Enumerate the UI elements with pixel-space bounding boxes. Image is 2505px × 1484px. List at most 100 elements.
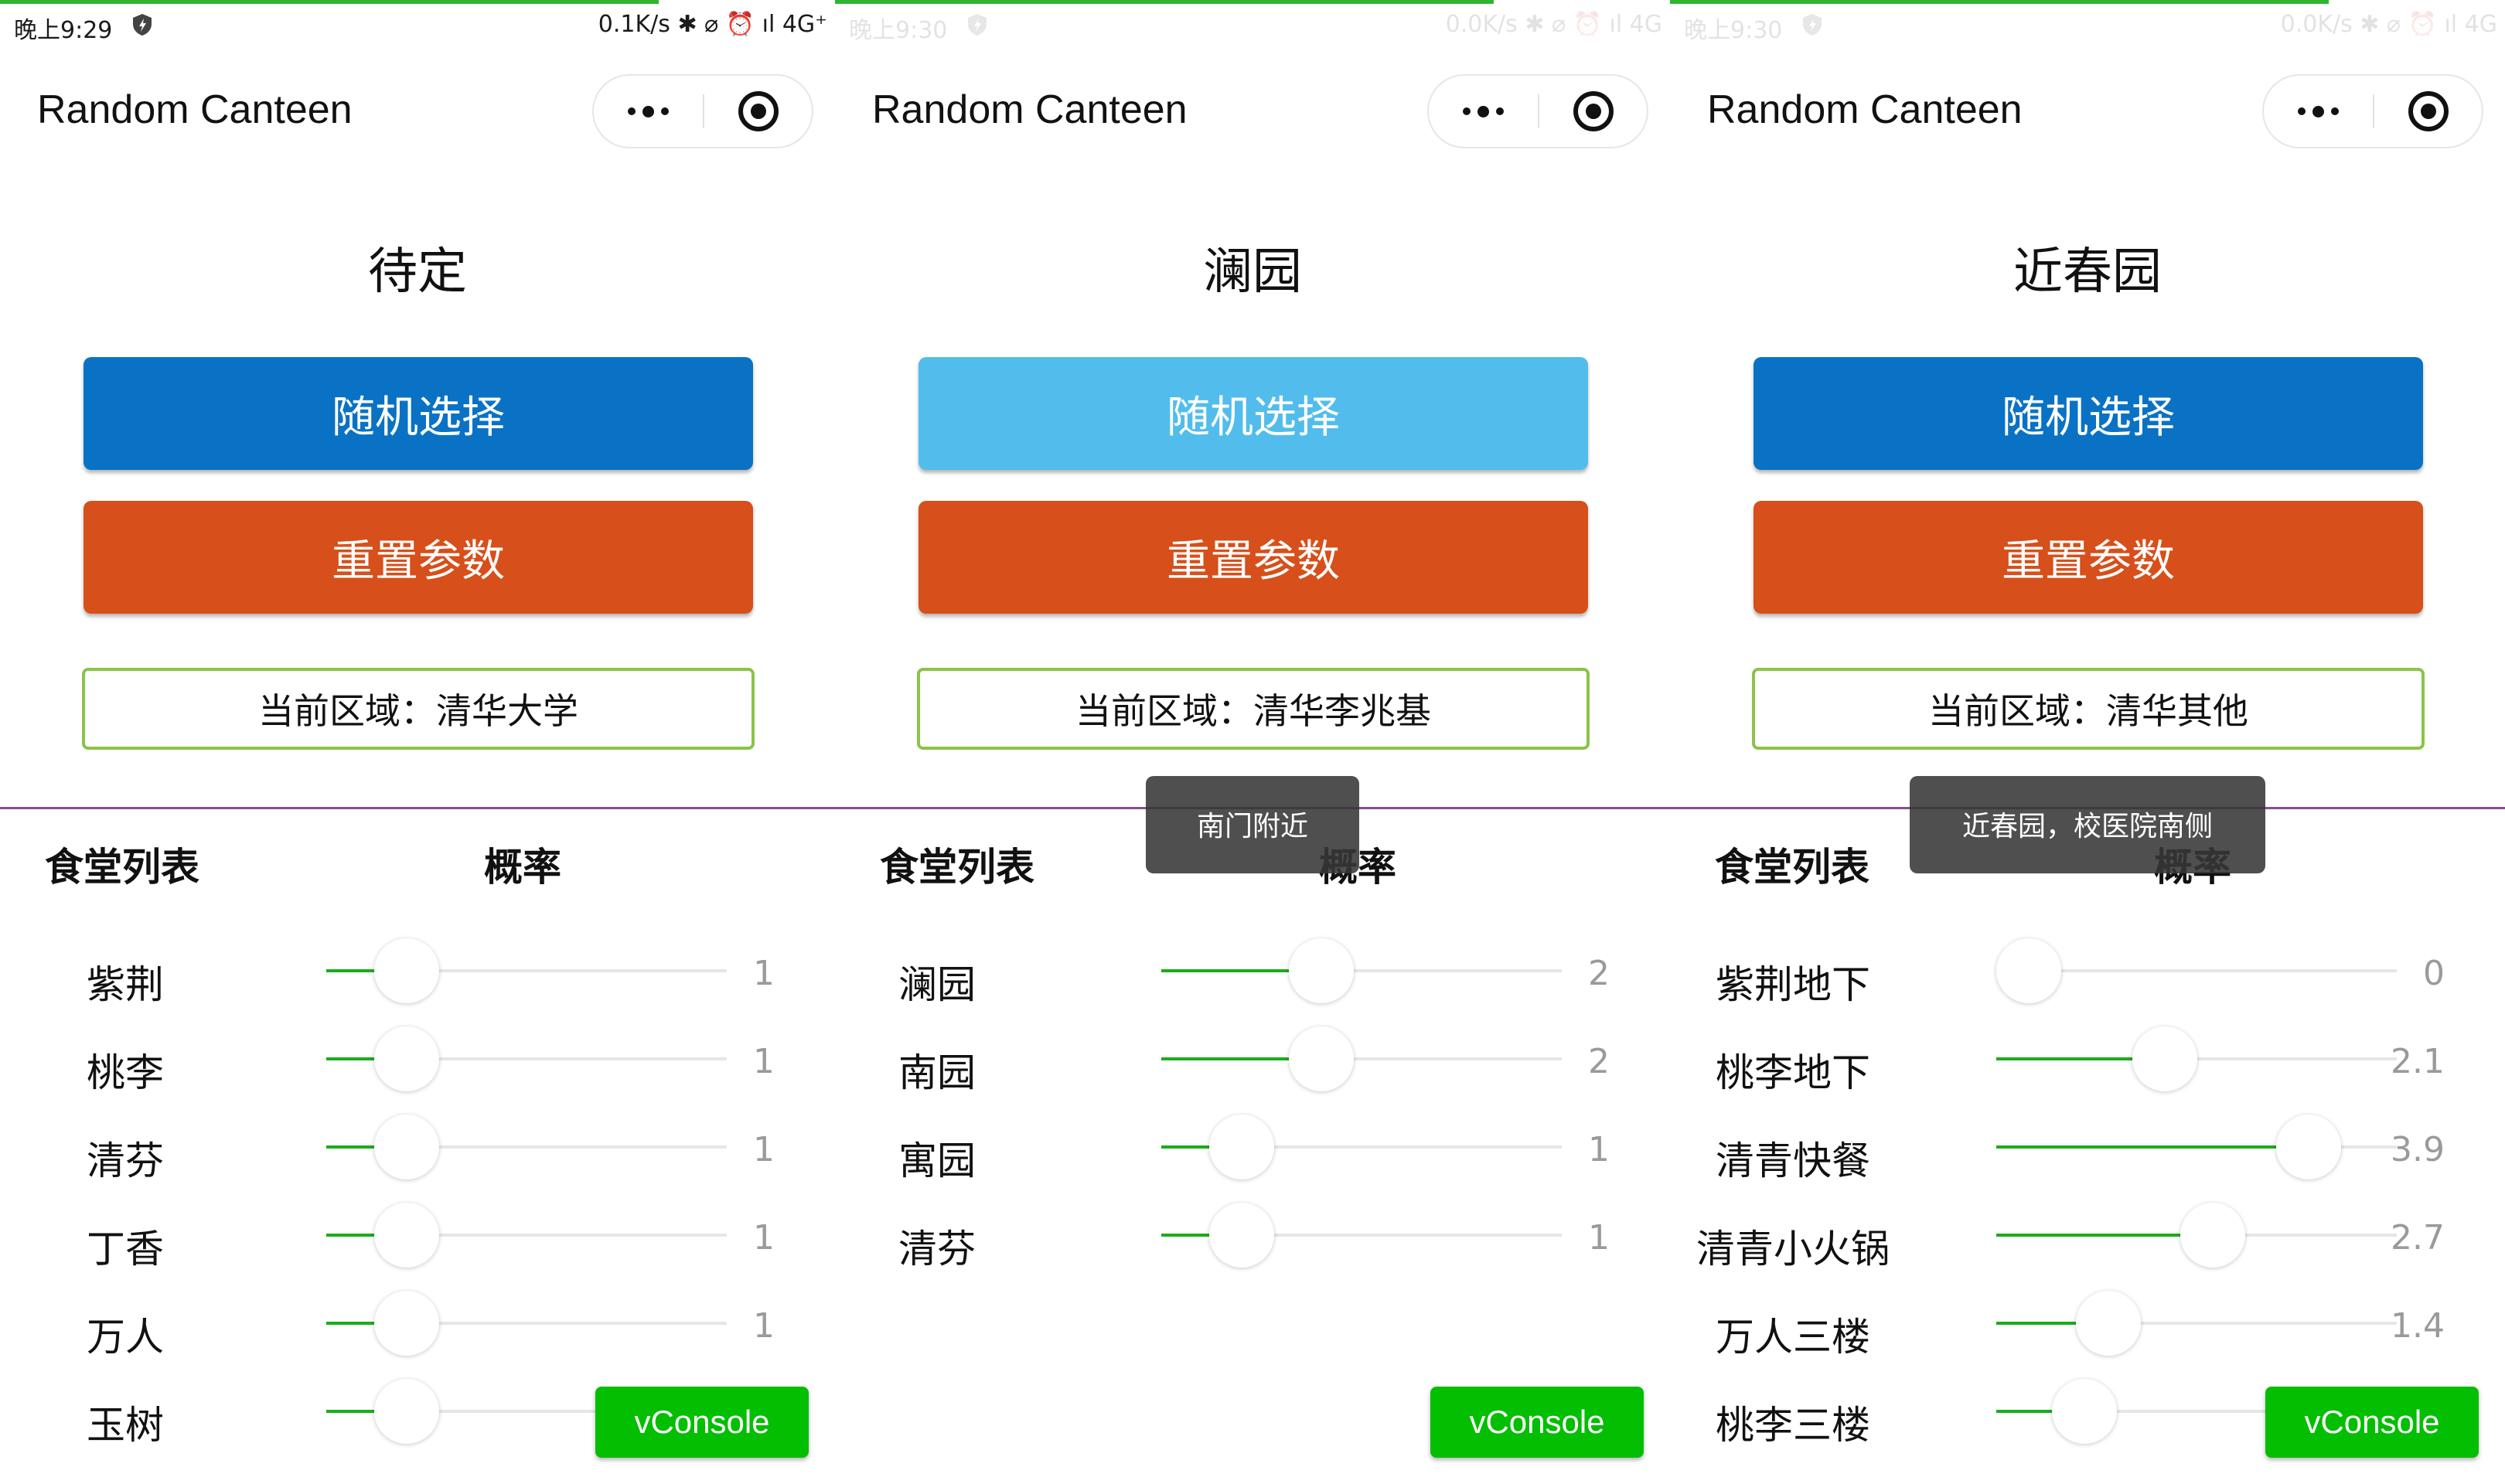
probability-value: 2	[1588, 954, 1610, 993]
list-header-canteens: 食堂列表	[1715, 845, 1869, 890]
reset-params-button[interactable]: 重置参数	[918, 501, 1588, 614]
probability-slider[interactable]	[326, 1026, 727, 1091]
probability-slider[interactable]	[326, 1203, 727, 1268]
app-title: Random Canteen	[37, 87, 353, 132]
canteen-row: 紫荆地下 0	[1670, 938, 2505, 1026]
canteen-row: 万人 1	[0, 1291, 835, 1379]
slider-thumb[interactable]	[374, 938, 439, 1003]
probability-value: 1	[753, 954, 775, 993]
probability-slider[interactable]	[1996, 1291, 2397, 1356]
list-header-probability: 概率	[484, 845, 561, 890]
slider-thumb[interactable]	[1289, 1026, 1354, 1091]
slider-thumb[interactable]	[1289, 938, 1354, 1003]
close-circle-icon[interactable]	[2374, 76, 2483, 147]
result-text: 待定	[368, 243, 467, 301]
probability-value: 1	[753, 1306, 775, 1346]
shield-icon	[968, 14, 987, 36]
slider-thumb[interactable]	[374, 1026, 439, 1091]
toast-message: 南门附近	[1146, 776, 1359, 873]
slider-thumb[interactable]	[1209, 1203, 1274, 1268]
canteen-name: 紫荆地下	[1716, 962, 1870, 1007]
slider-thumb[interactable]	[374, 1291, 439, 1356]
reset-params-button[interactable]: 重置参数	[1754, 501, 2423, 614]
region-selector[interactable]: 当前区域：清华其他	[1752, 668, 2425, 750]
close-circle-icon[interactable]	[1539, 76, 1648, 147]
probability-slider[interactable]	[326, 1291, 727, 1356]
canteen-name: 南园	[898, 1050, 976, 1095]
canteen-row: 南园 2	[835, 1026, 1670, 1115]
status-indicators: 0.0K/s ✱ ⌀ ⏰ ıl 4G	[2280, 11, 2497, 38]
vconsole-button[interactable]: vConsole	[1430, 1387, 1644, 1458]
result-text: 近春园	[2013, 243, 2162, 301]
canteen-row: 清芬 1	[835, 1203, 1670, 1291]
probability-value: 2.7	[2391, 1218, 2445, 1258]
shield-icon	[1803, 14, 1822, 36]
canteen-name: 玉树	[87, 1403, 164, 1448]
probability-slider[interactable]	[326, 938, 727, 1003]
app-title: Random Canteen	[1707, 87, 2023, 132]
slider-thumb[interactable]	[374, 1379, 439, 1444]
status-time: 晚上9:29	[14, 17, 113, 44]
slider-thumb[interactable]	[2180, 1203, 2245, 1268]
more-icon[interactable]	[1429, 76, 1537, 147]
slider-thumb[interactable]	[1996, 938, 2061, 1003]
probability-value: 2	[1588, 1042, 1610, 1081]
probability-value: 1	[753, 1218, 775, 1258]
list-header-canteens: 食堂列表	[880, 845, 1034, 890]
random-select-button[interactable]: 随机选择	[918, 357, 1588, 470]
status-bar: 晚上9:29 0.1K/s ✱ ⌀ ⏰ ıl 4G⁺	[0, 0, 835, 54]
more-icon[interactable]	[594, 76, 702, 147]
probability-slider[interactable]	[1161, 1115, 1562, 1179]
result-text: 澜园	[1203, 243, 1302, 301]
close-circle-icon[interactable]	[704, 76, 813, 147]
probability-slider[interactable]	[1996, 938, 2397, 1003]
region-selector[interactable]: 当前区域：清华大学	[82, 668, 755, 750]
probability-value: 1	[1588, 1218, 1610, 1258]
probability-value: 2.1	[2391, 1042, 2445, 1081]
canteen-row: 桃李 1	[0, 1026, 835, 1115]
canteen-row: 澜园 2	[835, 938, 1670, 1026]
canteen-row: 清青小火锅 2.7	[1670, 1203, 2505, 1291]
canteen-name: 寓园	[898, 1139, 976, 1183]
vconsole-button[interactable]: vConsole	[2265, 1387, 2479, 1458]
mini-program-capsule	[1427, 74, 1648, 148]
canteen-row: 桃李地下 2.1	[1670, 1026, 2505, 1115]
canteen-name: 桃李	[87, 1050, 164, 1095]
probability-value: 1	[753, 1130, 775, 1169]
slider-thumb[interactable]	[374, 1203, 439, 1268]
slider-thumb[interactable]	[2076, 1291, 2141, 1356]
random-select-button[interactable]: 随机选择	[1754, 357, 2423, 470]
list-header-canteens: 食堂列表	[45, 845, 199, 890]
phone-screen-3: 晚上9:30 0.0K/s ✱ ⌀ ⏰ ıl 4G Random Canteen…	[1670, 0, 2505, 1484]
probability-slider[interactable]	[1996, 1203, 2397, 1268]
probability-slider[interactable]	[1996, 1115, 2397, 1179]
canteen-name: 澜园	[898, 962, 976, 1007]
canteen-name: 清芬	[87, 1139, 164, 1183]
canteen-row: 清青快餐 3.9	[1670, 1115, 2505, 1203]
slider-thumb[interactable]	[2132, 1026, 2197, 1091]
probability-slider[interactable]	[1996, 1026, 2397, 1091]
canteen-name: 桃李地下	[1716, 1050, 1870, 1095]
section-divider	[0, 807, 835, 809]
canteen-row: 清芬 1	[0, 1115, 835, 1203]
reset-params-button[interactable]: 重置参数	[84, 501, 753, 614]
toast-message: 近春园，校医院南侧	[1910, 776, 2265, 873]
slider-thumb[interactable]	[374, 1115, 439, 1179]
slider-thumb[interactable]	[2052, 1379, 2117, 1444]
canteen-name: 丁香	[87, 1227, 164, 1271]
probability-slider[interactable]	[1161, 1026, 1562, 1091]
random-select-button[interactable]: 随机选择	[84, 357, 753, 470]
probability-value: 3.9	[2391, 1130, 2445, 1169]
phone-screen-1: 晚上9:29 0.1K/s ✱ ⌀ ⏰ ıl 4G⁺ Random Cantee…	[0, 0, 835, 1484]
more-icon[interactable]	[2264, 76, 2372, 147]
probability-slider[interactable]	[326, 1115, 727, 1179]
probability-value: 1.4	[2391, 1306, 2445, 1346]
probability-slider[interactable]	[1161, 938, 1562, 1003]
region-selector[interactable]: 当前区域：清华李兆基	[917, 668, 1590, 750]
phone-screen-2: 晚上9:30 0.0K/s ✱ ⌀ ⏰ ıl 4G Random Canteen…	[835, 0, 1670, 1484]
canteen-name: 清青快餐	[1716, 1139, 1870, 1183]
slider-thumb[interactable]	[1209, 1115, 1274, 1179]
vconsole-button[interactable]: vConsole	[595, 1387, 809, 1458]
probability-slider[interactable]	[1161, 1203, 1562, 1268]
slider-thumb[interactable]	[2276, 1115, 2341, 1179]
